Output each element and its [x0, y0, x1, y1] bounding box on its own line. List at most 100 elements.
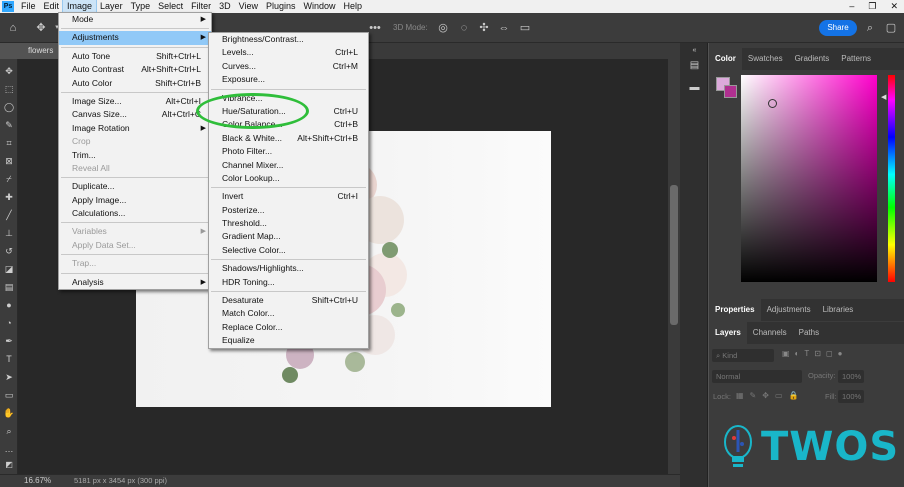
adjustments-item-exposure[interactable]: Exposure... — [209, 73, 368, 86]
zoom-level[interactable]: 16.67% — [24, 474, 51, 487]
image-menu-item-auto-color[interactable]: Auto Color Shift+Ctrl+B — [59, 77, 211, 90]
background-color-swatch[interactable] — [724, 85, 737, 98]
image-menu-item-image-rotation[interactable]: Image Rotation ▶ — [59, 122, 211, 135]
image-menu-item-adjustments[interactable]: Adjustments ▶ — [59, 31, 211, 45]
tab-swatches[interactable]: Swatches — [742, 48, 789, 70]
color-swatch-icon[interactable]: ◩ — [2, 458, 16, 472]
adjustments-item-selective-color[interactable]: Selective Color... — [209, 244, 368, 257]
adjustments-item-replace-color[interactable]: Replace Color... — [209, 321, 368, 334]
more-tools-icon[interactable]: … — [2, 442, 16, 456]
adjustments-item-invert[interactable]: Invert Ctrl+I — [209, 190, 368, 203]
color-picker-cursor[interactable] — [768, 99, 777, 108]
fill-input[interactable]: 100% — [838, 390, 864, 403]
3d-pan-icon[interactable]: ✣ — [477, 21, 491, 35]
3d-scale-icon[interactable]: ▭ — [518, 21, 532, 35]
brush-tool-icon[interactable]: ╱ — [2, 208, 16, 222]
healing-brush-icon[interactable]: ✚ — [2, 190, 16, 204]
home-icon[interactable]: ⌂ — [6, 21, 20, 35]
menu-window[interactable]: Window — [300, 0, 340, 13]
adjustments-item-color-lookup[interactable]: Color Lookup... — [209, 172, 368, 185]
restore-icon[interactable]: ❐ — [868, 0, 876, 12]
adjustments-item-gradient-map[interactable]: Gradient Map... — [209, 230, 368, 243]
layer-filter-select[interactable]: ⌕ Kind — [712, 349, 774, 362]
eyedropper-tool-icon[interactable]: ⌿ — [2, 172, 16, 186]
minimize-icon[interactable]: – — [849, 0, 854, 12]
clone-stamp-icon[interactable]: ⊥ — [2, 226, 16, 240]
adjustments-item-channel-mixer[interactable]: Channel Mixer... — [209, 159, 368, 172]
workspace-icon[interactable]: ▢ — [884, 21, 898, 35]
adjustments-item-posterize[interactable]: Posterize... — [209, 204, 368, 217]
menu-file[interactable]: File — [17, 0, 40, 13]
tab-patterns[interactable]: Patterns — [835, 48, 877, 70]
adjustments-item-match-color[interactable]: Match Color... — [209, 307, 368, 320]
path-select-icon[interactable]: ➤ — [2, 370, 16, 384]
image-menu-item-analysis[interactable]: Analysis ▶ — [59, 276, 211, 289]
marquee-tool-icon[interactable]: ⬚ — [2, 82, 16, 96]
blur-tool-icon[interactable]: ● — [2, 298, 16, 312]
menu-help[interactable]: Help — [340, 0, 367, 13]
crop-tool-icon[interactable]: ⌗ — [2, 136, 16, 150]
scrollbar-thumb[interactable] — [670, 185, 678, 325]
gradient-tool-icon[interactable]: ▤ — [2, 280, 16, 294]
adjustments-item-hdr-toning[interactable]: HDR Toning... — [209, 276, 368, 289]
collapse-panels-icon[interactable]: « — [688, 44, 701, 57]
zoom-tool-icon[interactable]: ⌕ — [2, 424, 16, 438]
3d-slide-icon[interactable]: ⇔ — [497, 21, 511, 35]
3d-roll-icon[interactable]: ◌ — [457, 21, 471, 35]
adjustments-item-equalize[interactable]: Equalize — [209, 334, 368, 347]
lock-icons[interactable]: ▦✎✥▭🔒 — [736, 391, 804, 400]
layer-filter-icons[interactable]: ▣◐T⊡◻● — [782, 349, 847, 358]
quick-select-tool-icon[interactable]: ✎ — [2, 118, 16, 132]
menu-view[interactable]: View — [235, 0, 262, 13]
image-menu-item-duplicate[interactable]: Duplicate... — [59, 180, 211, 193]
tab-gradients[interactable]: Gradients — [789, 48, 836, 70]
tab-layers[interactable]: Layers — [709, 322, 747, 344]
rectangle-tool-icon[interactable]: ▭ — [2, 388, 16, 402]
comments-panel-icon[interactable]: ▬ — [688, 81, 701, 94]
adjustments-item-curves[interactable]: Curves... Ctrl+M — [209, 60, 368, 73]
hue-slider[interactable] — [888, 75, 895, 282]
menu-plugins[interactable]: Plugins — [262, 0, 300, 13]
tab-properties[interactable]: Properties — [709, 299, 761, 321]
tab-channels[interactable]: Channels — [747, 322, 793, 344]
adjustments-item-levels[interactable]: Levels... Ctrl+L — [209, 46, 368, 59]
adjustments-item-threshold[interactable]: Threshold... — [209, 217, 368, 230]
adjustments-item-desaturate[interactable]: Desaturate Shift+Ctrl+U — [209, 294, 368, 307]
close-icon[interactable]: ✕ — [890, 0, 898, 12]
tab-libraries[interactable]: Libraries — [817, 299, 860, 321]
tab-color[interactable]: Color — [709, 48, 742, 70]
search-icon[interactable]: ⌕ — [863, 21, 877, 35]
document-tab[interactable]: flowers — [20, 43, 60, 59]
image-menu-item-auto-contrast[interactable]: Auto Contrast Alt+Shift+Ctrl+L — [59, 63, 211, 76]
blend-mode-select[interactable]: Normal — [712, 370, 802, 383]
image-menu-item-auto-tone[interactable]: Auto Tone Shift+Ctrl+L — [59, 50, 211, 63]
pen-tool-icon[interactable]: ✒ — [2, 334, 16, 348]
eraser-tool-icon[interactable]: ◪ — [2, 262, 16, 276]
history-brush-icon[interactable]: ↺ — [2, 244, 16, 258]
adjustments-item-black-white[interactable]: Black & White... Alt+Shift+Ctrl+B — [209, 132, 368, 145]
image-menu-item-canvas-size[interactable]: Canvas Size... Alt+Ctrl+C — [59, 108, 211, 121]
frame-tool-icon[interactable]: ⊠ — [2, 154, 16, 168]
image-menu-item-trim[interactable]: Trim... — [59, 149, 211, 162]
history-panel-icon[interactable]: ▤ — [688, 59, 701, 72]
adjustments-item-shadows-highlights[interactable]: Shadows/Highlights... — [209, 262, 368, 275]
more-options-icon[interactable]: ••• — [368, 21, 382, 35]
share-button[interactable]: Share — [819, 20, 857, 36]
menu-3d[interactable]: 3D — [215, 0, 235, 13]
lasso-tool-icon[interactable]: ◯ — [2, 100, 16, 114]
hue-slider-marker-icon[interactable]: ◀ — [881, 93, 886, 101]
tab-paths[interactable]: Paths — [793, 322, 825, 344]
move-tool-icon[interactable]: ✥ — [2, 64, 16, 78]
hand-tool-icon[interactable]: ✋ — [2, 406, 16, 420]
tab-adjustments[interactable]: Adjustments — [761, 299, 817, 321]
image-menu-item-calculations[interactable]: Calculations... — [59, 207, 211, 220]
color-picker-field[interactable] — [741, 75, 877, 282]
type-tool-icon[interactable]: T — [2, 352, 16, 366]
opacity-input[interactable]: 100% — [838, 370, 864, 383]
adjustments-item-photo-filter[interactable]: Photo Filter... — [209, 145, 368, 158]
3d-orbit-icon[interactable]: ◎ — [436, 21, 450, 35]
image-menu-item-mode[interactable]: Mode ▶ — [59, 13, 211, 26]
adjustments-item-brightness-contrast[interactable]: Brightness/Contrast... — [209, 33, 368, 46]
image-menu-item-image-size[interactable]: Image Size... Alt+Ctrl+I — [59, 95, 211, 108]
image-menu-item-apply-image[interactable]: Apply Image... — [59, 194, 211, 207]
